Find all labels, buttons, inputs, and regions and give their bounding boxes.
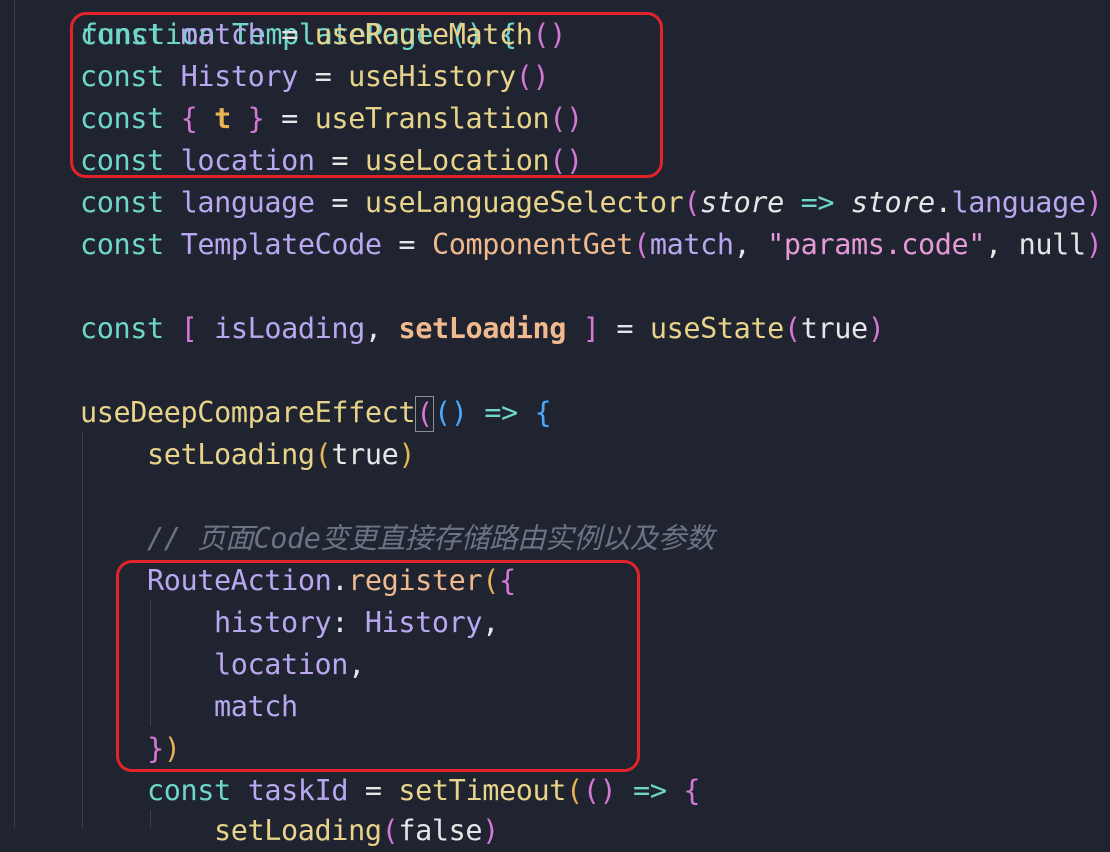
keyword: const (80, 186, 181, 219)
code-line-partial: setLoading(false) (214, 810, 499, 852)
keyword: const (80, 228, 181, 261)
indent-guide (14, 0, 15, 828)
code-line: setLoading(true) (147, 434, 416, 476)
identifier: TemplateCode (180, 228, 383, 261)
operator: = (381, 228, 432, 261)
paren: ) (1085, 228, 1103, 261)
bracket: ] (566, 312, 600, 345)
bracket: [ (180, 312, 215, 345)
paren: ( (783, 312, 801, 345)
comma: , (733, 228, 768, 261)
identifier: match (649, 228, 734, 261)
keyword: const (147, 774, 248, 807)
paren: ) (867, 312, 885, 345)
paren: ( (381, 814, 399, 847)
highlight-box-hooks (70, 12, 663, 178)
identifier: language (180, 186, 315, 219)
comma: , (985, 228, 1019, 261)
paren: ( (566, 774, 583, 807)
highlight-box-register (116, 560, 640, 772)
brace: { (534, 396, 552, 429)
identifier: taskId (247, 774, 349, 807)
operator: = (314, 186, 365, 219)
indent-guide (150, 810, 151, 828)
identifier: setLoading (398, 312, 567, 345)
code-line: const [ isLoading, setLoading ] = useSta… (80, 308, 885, 350)
code-comment: // 页面Code变更直接存储路由实例以及参数 (147, 518, 714, 560)
comma: , (364, 312, 399, 345)
dot: . (934, 186, 952, 219)
function-name: useDeepCompareEffect (80, 396, 416, 429)
literal: null (1018, 228, 1086, 261)
brace: { (683, 774, 701, 807)
operator: = (348, 774, 399, 807)
code-line: const taskId = setTimeout(() => { (147, 770, 701, 812)
param: store (850, 186, 935, 219)
function-name: setLoading (147, 438, 315, 471)
indent-guide (82, 432, 83, 828)
literal: true (800, 312, 868, 345)
function-name: ComponentGet (431, 228, 634, 261)
param: store (700, 186, 784, 219)
paren: ) (482, 814, 499, 847)
paren: ) (1085, 186, 1103, 219)
code-line: useDeepCompareEffect(() => { (80, 392, 552, 434)
literal: true (331, 438, 399, 471)
property: language (951, 186, 1086, 219)
matched-paren: ( (415, 396, 434, 432)
code-editor[interactable]: function TemplatePage () { const match =… (0, 0, 1110, 847)
parens: () (582, 774, 617, 807)
function-name: useLanguageSelector (364, 186, 684, 219)
comment: // 页面Code变更直接存储路由实例以及参数 (147, 522, 714, 555)
paren: ( (633, 228, 650, 261)
operator: = (599, 312, 650, 345)
paren: ( (683, 186, 701, 219)
string: "params.code" (767, 228, 986, 261)
literal: false (398, 814, 483, 847)
function-name: setTimeout (398, 774, 566, 807)
arrow: => (783, 186, 851, 219)
keyword: const (80, 312, 181, 345)
function-name: useState (649, 312, 784, 345)
parens: () (433, 396, 468, 429)
arrow: => (616, 774, 684, 807)
identifier: isLoading (214, 312, 365, 345)
paren: ) (398, 438, 416, 471)
function-name: setLoading (214, 814, 382, 847)
paren: ( (314, 438, 332, 471)
code-line: const TemplateCode = ComponentGet(match,… (80, 224, 1103, 266)
code-line: const language = useLanguageSelector(sto… (80, 182, 1103, 224)
arrow: => (467, 396, 535, 429)
